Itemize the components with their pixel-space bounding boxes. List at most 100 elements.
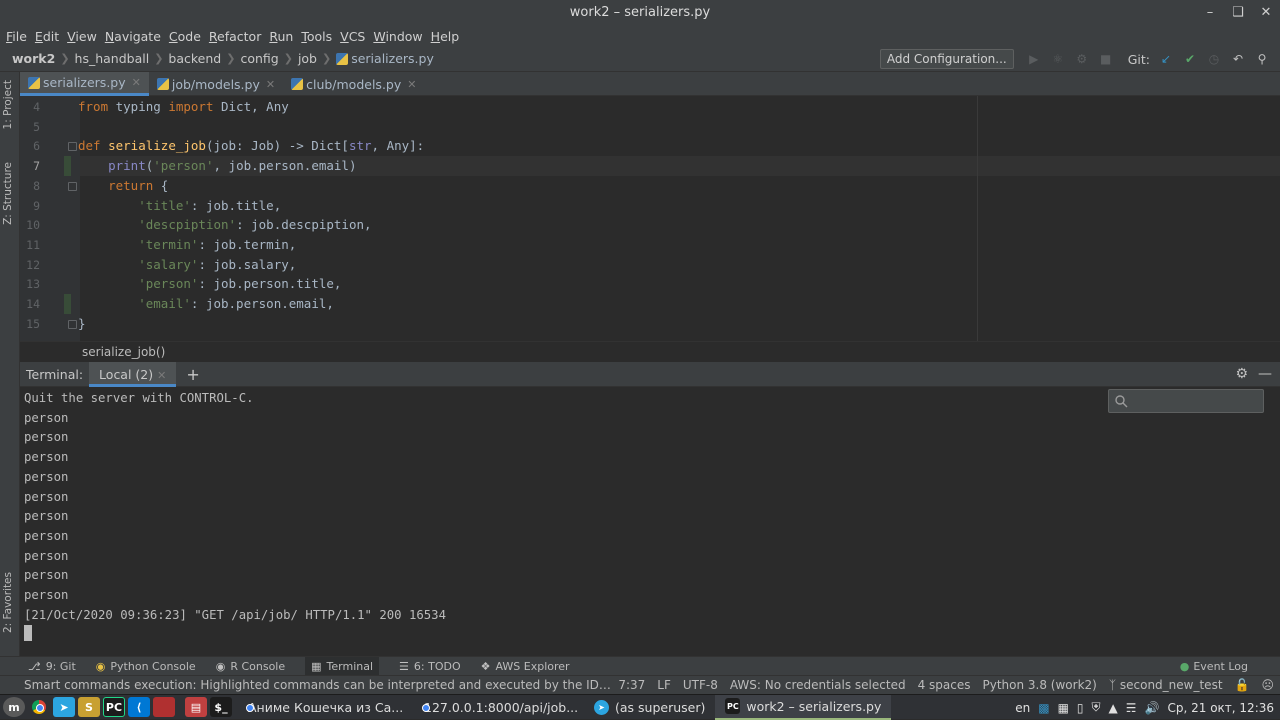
code-line: from typing import Dict, Any xyxy=(78,99,289,114)
clock[interactable]: Ср, 21 окт, 12:36 xyxy=(1168,701,1275,715)
breadcrumb-project[interactable]: work2 xyxy=(8,51,59,66)
taskbar-window-browser[interactable]: Аниме Кошечка из Са... xyxy=(232,695,408,720)
vcs-change-marker[interactable] xyxy=(64,156,71,176)
close-tab-icon[interactable]: ✕ xyxy=(157,369,166,382)
taskbar-window-pycharm[interactable]: PC work2 – serializers.py xyxy=(715,694,892,720)
taskbar-window-api[interactable]: 127.0.0.1:8000/api/job... xyxy=(408,695,584,720)
window-title: work2 – serializers.py xyxy=(569,5,711,20)
stop-icon[interactable]: ■ xyxy=(1096,52,1116,66)
menu-run[interactable]: Run xyxy=(267,29,299,44)
debug-icon[interactable]: ⚛ xyxy=(1048,52,1068,66)
fold-marker-icon[interactable] xyxy=(68,181,77,191)
minimize-icon[interactable]: – xyxy=(1196,0,1224,26)
git-update-icon[interactable]: ↙ xyxy=(1156,52,1176,66)
chrome-launcher-icon[interactable] xyxy=(28,697,50,717)
vscode-launcher-icon[interactable]: ⟨ xyxy=(128,697,150,717)
close-icon[interactable]: ✕ xyxy=(1252,0,1280,26)
code-line: 'termin': job.termin, xyxy=(138,236,297,252)
close-tab-icon[interactable]: ✕ xyxy=(266,78,275,91)
vcs-change-marker[interactable] xyxy=(64,294,71,314)
search-everywhere-icon[interactable]: ⚲ xyxy=(1252,52,1272,66)
lock-icon[interactable]: 🔓 xyxy=(1229,678,1256,692)
status-message[interactable]: Smart commands execution: Highlighted co… xyxy=(0,678,612,692)
run-icon[interactable]: ▶ xyxy=(1024,52,1044,66)
tool-git[interactable]: ⎇ 9: Git xyxy=(28,660,76,673)
menu-help[interactable]: Help xyxy=(429,29,466,44)
menu-view[interactable]: View xyxy=(65,29,103,44)
git-commit-icon[interactable]: ✔ xyxy=(1180,52,1200,66)
code-editor[interactable]: 4 5 6 7 8 9 10 11 12 13 14 15 from typing import Di… xyxy=(20,96,1280,341)
history-icon[interactable]: ◷ xyxy=(1204,52,1224,66)
breadcrumb-hs-handball[interactable]: hs_handball xyxy=(71,51,154,66)
close-tab-icon[interactable]: ✕ xyxy=(132,76,141,89)
network-manager-icon[interactable]: ▩ xyxy=(1038,701,1049,715)
structure-tool-button[interactable]: Z: Structure xyxy=(2,162,14,225)
menu-window[interactable]: Window xyxy=(371,29,428,44)
calendar-icon[interactable]: ▦ xyxy=(1058,701,1069,715)
pycharm-launcher-icon[interactable]: PC xyxy=(103,697,125,717)
notifications-icon[interactable]: ☹ xyxy=(1255,678,1280,692)
line-separator[interactable]: LF xyxy=(651,678,677,692)
fold-marker-icon[interactable] xyxy=(68,319,77,329)
python-interpreter[interactable]: Python 3.8 (work2) xyxy=(976,678,1102,692)
files-launcher-icon[interactable]: ▤ xyxy=(185,697,207,717)
coverage-icon[interactable]: ⚙ xyxy=(1072,52,1092,66)
wifi-icon[interactable]: ☴ xyxy=(1126,701,1137,715)
python-file-icon xyxy=(28,76,40,89)
fold-marker-icon[interactable] xyxy=(68,142,77,152)
terminal-tab-local[interactable]: Local (2) ✕ xyxy=(89,361,177,387)
breadcrumb-job[interactable]: job xyxy=(294,51,321,66)
git-icon: ⎇ xyxy=(28,659,41,673)
add-configuration-button[interactable]: Add Configuration... xyxy=(879,49,1014,69)
file-encoding[interactable]: UTF-8 xyxy=(677,678,724,692)
start-menu-icon[interactable]: m xyxy=(3,697,25,717)
editor-context-breadcrumb[interactable]: serialize_job() xyxy=(20,341,1280,362)
battery-icon[interactable]: ▯ xyxy=(1077,701,1084,715)
telegram-launcher-icon[interactable]: ➤ xyxy=(53,697,75,717)
terminal-output[interactable]: Quit the server with CONTROL-C. person per… xyxy=(20,387,1280,656)
settings-gear-icon[interactable]: ⚙ xyxy=(1235,366,1248,382)
breadcrumb-file[interactable]: serializers.py xyxy=(332,51,438,66)
hide-panel-icon[interactable]: — xyxy=(1258,366,1272,382)
git-branch[interactable]: ᛉ second_new_test xyxy=(1103,678,1229,692)
menu-file[interactable]: File xyxy=(4,29,33,44)
tool-python-console[interactable]: ◉ Python Console xyxy=(96,660,196,673)
new-terminal-button[interactable]: + xyxy=(176,365,209,384)
aws-credentials[interactable]: AWS: No credentials selected xyxy=(724,678,912,692)
caret-position[interactable]: 7:37 xyxy=(612,678,651,692)
security-icon[interactable]: ▲ xyxy=(1109,701,1118,715)
tab-club-models[interactable]: club/models.py ✕ xyxy=(283,72,424,96)
breadcrumb-backend[interactable]: backend xyxy=(164,51,225,66)
taskbar-window-telegram[interactable]: ➤ (as superuser) xyxy=(584,695,715,720)
menu-navigate[interactable]: Navigate xyxy=(103,29,167,44)
favorites-tool-button[interactable]: 2: Favorites xyxy=(2,572,14,633)
indent-setting[interactable]: 4 spaces xyxy=(912,678,977,692)
keyboard-layout[interactable]: en xyxy=(1015,701,1030,715)
os-taskbar: m ➤ S PC ⟨ ▤ $_ Аниме Кошечка из Са... 1… xyxy=(0,694,1280,720)
event-log-button[interactable]: ● Event Log xyxy=(1180,660,1248,673)
menu-tools[interactable]: Tools xyxy=(299,29,338,44)
project-tool-button[interactable]: 1: Project xyxy=(2,80,14,129)
maximize-icon[interactable]: ❑ xyxy=(1224,0,1252,26)
shield-icon[interactable]: ⛨ xyxy=(1092,700,1101,715)
breadcrumb-config[interactable]: config xyxy=(236,51,282,66)
close-tab-icon[interactable]: ✕ xyxy=(407,78,416,91)
line-number: 13 xyxy=(26,277,40,292)
volume-icon[interactable]: 🔊 xyxy=(1145,701,1160,715)
tool-r-console[interactable]: ◉ R Console xyxy=(216,660,285,673)
terminal-search-input[interactable] xyxy=(1108,389,1264,413)
terminal-line: person xyxy=(24,469,69,484)
sublime-launcher-icon[interactable]: S xyxy=(78,697,100,717)
rollback-icon[interactable]: ↶ xyxy=(1228,52,1248,66)
tool-aws-explorer[interactable]: ❖ AWS Explorer xyxy=(481,660,570,673)
tab-serializers[interactable]: serializers.py ✕ xyxy=(20,72,149,96)
menu-refactor[interactable]: Refactor xyxy=(207,29,267,44)
tab-job-models[interactable]: job/models.py ✕ xyxy=(149,72,283,96)
menu-code[interactable]: Code xyxy=(167,29,207,44)
menu-edit[interactable]: Edit xyxy=(33,29,65,44)
app-launcher-icon[interactable] xyxy=(153,697,175,717)
tool-terminal[interactable]: ▦ Terminal xyxy=(305,656,380,676)
terminal-launcher-icon[interactable]: $_ xyxy=(210,697,232,717)
tool-todo[interactable]: ☰ 6: TODO xyxy=(399,660,461,673)
menu-vcs[interactable]: VCS xyxy=(338,29,371,44)
